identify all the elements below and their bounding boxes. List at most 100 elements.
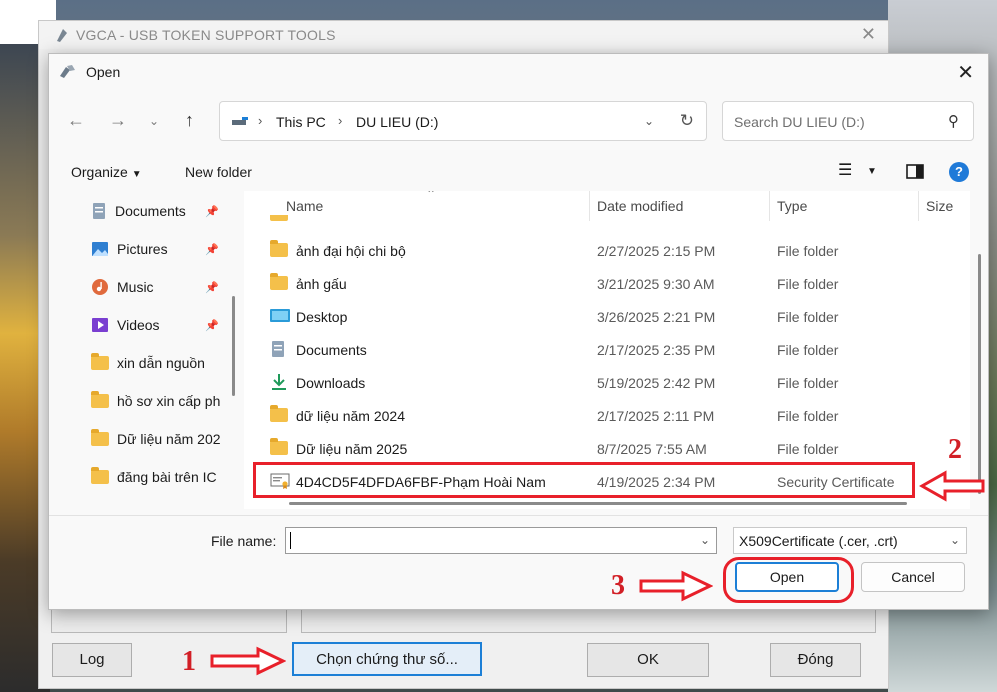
nav-label: Pictures <box>117 241 168 257</box>
annotation-arrow-1-icon <box>210 646 286 676</box>
file-name: Documents <box>296 342 367 358</box>
table-row[interactable]: ảnh đại hội chi bộ 2/27/2025 2:15 PM Fil… <box>244 237 970 267</box>
nav-item-folder[interactable]: đăng bài trên IC <box>91 464 231 490</box>
folder-icon <box>91 353 109 370</box>
vgca-panel-right <box>301 607 876 633</box>
table-row[interactable]: Desktop 3/26/2025 2:21 PM File folder <box>244 303 970 333</box>
drive-icon <box>232 117 248 125</box>
dialog-close-icon[interactable]: ✕ <box>957 60 974 85</box>
choose-certificate-button[interactable]: Chọn chứng thư số... <box>292 642 482 676</box>
column-header-size[interactable]: Size <box>926 198 953 214</box>
breadcrumb-this-pc[interactable]: This PC <box>276 114 326 130</box>
table-row[interactable]: Dữ liệu năm 2025 8/7/2025 7:55 AM File f… <box>244 435 970 465</box>
column-header-name[interactable]: Name <box>286 198 323 214</box>
folder-icon <box>270 273 288 290</box>
pin-icon: 📌 <box>205 205 219 218</box>
file-list-scrollbar[interactable] <box>978 254 981 494</box>
dialog-title-bar: Open ✕ <box>49 54 988 90</box>
file-name: Dữ liệu năm 2025 <box>296 441 408 457</box>
view-dropdown-icon[interactable]: ▼ <box>867 166 877 177</box>
table-row[interactable]: dữ liệu năm 2024 2/17/2025 2:11 PM File … <box>244 402 970 432</box>
nav-item-documents[interactable]: Documents 📌 <box>91 198 231 224</box>
file-name-input[interactable]: ⌄ <box>285 527 717 554</box>
column-header-type[interactable]: Type <box>777 198 807 214</box>
file-date: 2/17/2025 2:35 PM <box>597 342 716 358</box>
pin-icon: 📌 <box>205 243 219 256</box>
file-type: File folder <box>777 309 839 325</box>
annotation-number-2: 2 <box>948 434 962 465</box>
table-row[interactable]: ảnh gấu 3/21/2025 9:30 AM File folder <box>244 270 970 300</box>
breadcrumb-separator-icon: › <box>338 113 343 128</box>
back-arrow-icon[interactable]: ← <box>67 110 85 131</box>
vgca-close-icon[interactable]: ✕ <box>861 24 876 45</box>
organize-button[interactable]: Organize ▼ <box>71 164 142 180</box>
videos-icon <box>92 318 108 332</box>
file-name-label: File name: <box>211 533 277 549</box>
new-folder-button[interactable]: New folder <box>185 164 252 180</box>
file-type: File folder <box>777 243 839 259</box>
folder-icon <box>91 467 109 484</box>
table-row[interactable]: Downloads 5/19/2025 2:42 PM File folder <box>244 369 970 399</box>
pin-icon: 📌 <box>205 281 219 294</box>
search-icon[interactable]: ⚲ <box>948 112 959 130</box>
file-type: File folder <box>777 342 839 358</box>
table-row-clipped <box>244 215 970 221</box>
nav-item-folder[interactable]: hồ sơ xin cấp ph <box>91 388 231 414</box>
music-icon <box>92 279 108 295</box>
column-header-date[interactable]: Date modified <box>597 198 683 214</box>
close-button[interactable]: Đóng <box>770 643 861 677</box>
nav-item-folder[interactable]: xin dẫn nguồn <box>91 350 231 376</box>
cancel-button[interactable]: Cancel <box>861 562 965 592</box>
file-name: ảnh đại hội chi bộ <box>296 243 406 259</box>
table-row[interactable]: Documents 2/17/2025 2:35 PM File folder <box>244 336 970 366</box>
nav-item-videos[interactable]: Videos 📌 <box>91 312 231 338</box>
address-chevron-down-icon[interactable]: ⌄ <box>644 114 654 128</box>
file-type-filter[interactable]: X509Certificate (.cer, .crt) ⌄ <box>733 527 967 554</box>
search-box[interactable]: Search DU LIEU (D:) ⚲ <box>722 101 974 141</box>
file-type: File folder <box>777 276 839 292</box>
refresh-icon[interactable]: ↻ <box>680 111 694 131</box>
view-list-icon[interactable]: ☰ <box>838 160 852 180</box>
folder-icon <box>91 391 109 408</box>
folder-icon <box>270 405 288 422</box>
bottom-separator <box>49 515 988 516</box>
sort-ascending-icon: ⌃ <box>426 191 437 201</box>
file-date: 2/17/2025 2:11 PM <box>597 408 715 424</box>
up-arrow-icon[interactable]: ↑ <box>185 110 194 131</box>
filter-chevron-down-icon[interactable]: ⌄ <box>950 533 960 547</box>
file-name: ảnh gấu <box>296 276 347 292</box>
nav-item-pictures[interactable]: Pictures 📌 <box>91 236 231 262</box>
preview-pane-icon[interactable] <box>906 164 924 179</box>
breadcrumb-separator-icon: › <box>258 113 263 128</box>
nav-label: đăng bài trên IC <box>117 469 217 485</box>
annotation-arrow-2-icon <box>919 470 985 502</box>
file-type: File folder <box>777 375 839 391</box>
nav-label: Dữ liệu năm 202 <box>117 431 221 447</box>
nav-label: Videos <box>117 317 160 333</box>
folder-icon <box>270 438 288 455</box>
file-date: 8/7/2025 7:55 AM <box>597 441 707 457</box>
file-name-chevron-down-icon[interactable]: ⌄ <box>700 533 710 547</box>
file-date: 2/27/2025 2:15 PM <box>597 243 716 259</box>
vgca-app-icon <box>57 29 67 42</box>
address-bar[interactable]: › This PC › DU LIEU (D:) ⌄ ↻ <box>219 101 707 141</box>
log-button[interactable]: Log <box>52 643 132 677</box>
help-icon[interactable]: ? <box>949 162 969 182</box>
nav-item-folder[interactable]: Dữ liệu năm 202 <box>91 426 231 452</box>
organize-dropdown-icon: ▼ <box>131 169 142 180</box>
vgca-panel-left <box>51 607 287 633</box>
dialog-title: Open <box>86 64 121 80</box>
breadcrumb-du-lieu[interactable]: DU LIEU (D:) <box>356 114 438 130</box>
file-list-hscrollbar[interactable] <box>289 502 907 505</box>
ok-button[interactable]: OK <box>587 643 709 677</box>
file-date: 3/21/2025 9:30 AM <box>597 276 715 292</box>
pictures-icon <box>92 242 108 256</box>
recent-chevron-down-icon[interactable]: ⌄ <box>149 114 159 128</box>
nav-item-music[interactable]: Music 📌 <box>91 274 231 300</box>
forward-arrow-icon[interactable]: → <box>109 110 127 131</box>
folder-icon <box>270 240 288 257</box>
file-date: 3/26/2025 2:21 PM <box>597 309 716 325</box>
nav-scrollbar[interactable] <box>232 296 235 396</box>
organize-label: Organize <box>71 164 128 180</box>
folder-icon <box>91 429 109 446</box>
